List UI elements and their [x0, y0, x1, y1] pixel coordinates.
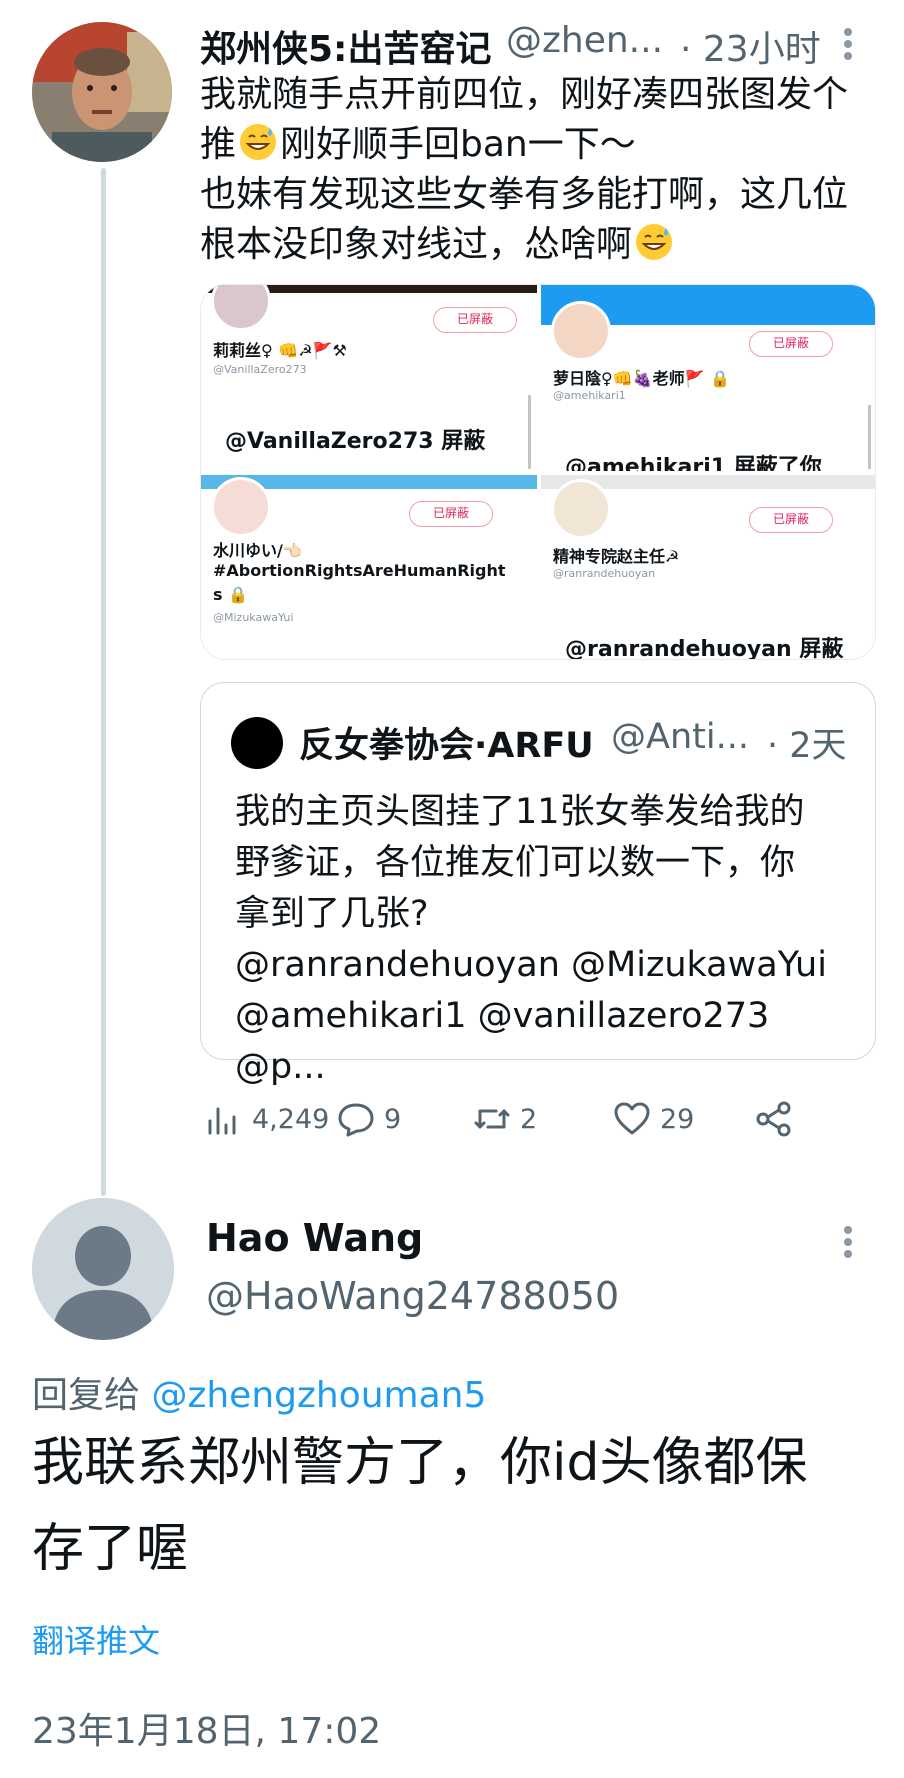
reply-author-avatar[interactable]: [32, 1198, 174, 1340]
tweet-text-line: 也妹有发现这些女拳有多能打啊，这几位: [200, 174, 849, 215]
reply-button[interactable]: 9: [336, 1094, 401, 1144]
reply-timestamp[interactable]: 23年1月18日, 17:02: [32, 1702, 381, 1754]
profile-avatar: [211, 285, 271, 331]
quoted-tweet[interactable]: 反女拳协会·ARFU @Anti... · 2天 我的主页头图挂了11张女拳发给…: [200, 682, 876, 1087]
author-avatar[interactable]: [32, 22, 172, 162]
like-count: 29: [660, 1103, 695, 1135]
tweet-text-line: 刚好顺手回ban一下～: [280, 124, 636, 165]
quote-author-avatar: [231, 717, 283, 769]
more-options-icon[interactable]: [838, 1222, 858, 1262]
quote-text-line: 我的主页头图挂了11张女拳发给我的: [235, 792, 805, 832]
share-button[interactable]: [754, 1094, 802, 1144]
retweet-icon: [474, 1109, 510, 1129]
image-4[interactable]: 已屏蔽 精神专院赵主任☭ @ranrandehuoyan @ranrandehu…: [541, 475, 875, 660]
reply-text: 我联系郑州警方了，你id头像都保 存了喔: [32, 1420, 872, 1592]
image-grid[interactable]: 已屏蔽 莉莉丝♀ 👊☭🚩⚒ @VanillaZero273 @VanillaZe…: [200, 284, 876, 660]
author-name[interactable]: 郑州侠5:出苦窑记: [200, 20, 491, 72]
quote-author-name: 反女拳协会·ARFU: [299, 726, 594, 766]
author-handle[interactable]: @zhen...: [506, 20, 663, 61]
grinning-sweat-emoji-icon: [636, 224, 673, 260]
quote-text-line: 拿到了几张?: [235, 894, 429, 934]
profile-handle: @VanillaZero273: [213, 363, 307, 376]
like-button[interactable]: 29: [612, 1094, 694, 1144]
blocked-badge: 已屏蔽: [409, 501, 493, 527]
default-avatar-icon: [32, 1198, 174, 1340]
profile-name: 精神专院赵主任☭: [553, 547, 680, 566]
quote-text-line: @amehikari1 @vanillazero273 @p...: [235, 996, 781, 1087]
quote-author-handle: @Anti...: [611, 717, 749, 757]
translate-link[interactable]: 翻译推文: [32, 1616, 160, 1662]
tweet-text-line: 推: [200, 124, 237, 165]
reply-count: 9: [384, 1103, 402, 1135]
blocked-badge: 已屏蔽: [749, 331, 833, 357]
quote-text-line: 野爹证，各位推友们可以数一下，你: [235, 843, 796, 883]
thread-line: [101, 168, 106, 1196]
views-button[interactable]: 4,249: [204, 1094, 329, 1144]
reply-author-handle[interactable]: @HaoWang24788050: [206, 1274, 619, 1318]
heart-icon: [614, 1102, 650, 1135]
share-icon: [756, 1101, 791, 1137]
reply-author-name[interactable]: Hao Wang: [206, 1216, 423, 1260]
quote-time: · 2天: [767, 726, 847, 766]
reply-icon: [338, 1103, 374, 1137]
tweet-time[interactable]: · 23小时: [680, 20, 821, 72]
blocked-badge: 已屏蔽: [433, 307, 517, 333]
quote-text-line: @ranrandehuoyan @MizukawaYui: [235, 945, 827, 985]
image-3[interactable]: 已屏蔽 水川ゆい/👈🏻 #AbortionRightsAreHumanRight…: [201, 475, 537, 659]
blocked-badge: 已屏蔽: [749, 507, 833, 533]
more-options-icon[interactable]: [838, 24, 858, 64]
profile-avatar: [211, 477, 271, 537]
retweet-button[interactable]: 2: [472, 1094, 537, 1144]
profile-avatar: [551, 479, 611, 539]
retweet-count: 2: [520, 1103, 538, 1135]
quote-text: 我的主页头图挂了11张女拳发给我的 野爹证，各位推友们可以数一下，你 拿到了几张…: [235, 787, 855, 1093]
blocked-message: @VanillaZero273 屏蔽: [225, 429, 486, 454]
reply-text-line: 存了喔: [32, 1519, 189, 1579]
profile-handle: @MizukawaYui: [213, 611, 294, 624]
profile-name: 水川ゆい/👈🏻: [213, 541, 303, 560]
image-2[interactable]: 已屏蔽 萝日陰♀👊🍇老师🚩 🔒 @amehikari1 @amehikari1 …: [541, 285, 875, 471]
profile-handle: @amehikari1: [553, 389, 626, 402]
profile-name: 萝日陰♀👊🍇老师🚩 🔒: [553, 369, 730, 388]
tweet-text-line: 我就随手点开前四位，刚好凑四张图发个: [200, 74, 849, 115]
profile-avatar: [551, 301, 611, 361]
blocked-message: @amehikari1 屏蔽了你: [565, 455, 822, 471]
profile-handle: @ranrandehuoyan: [553, 567, 656, 580]
image-1[interactable]: 已屏蔽 莉莉丝♀ 👊☭🚩⚒ @VanillaZero273 @VanillaZe…: [201, 285, 537, 471]
scrollbar: [868, 405, 871, 469]
profile-name-line-3: s 🔒: [213, 585, 249, 604]
tweet-text: 我就随手点开前四位，刚好凑四张图发个 推 刚好顺手回ban一下～ 也妹有发现这些女…: [200, 70, 876, 270]
grinning-sweat-emoji-icon: [240, 124, 277, 160]
views-icon: [208, 1107, 236, 1135]
tweet-text-line: 根本没印象对线过，怂啥啊: [200, 224, 633, 265]
avatar-photo: [32, 22, 172, 162]
reply-to-label: 回复给: [32, 1375, 141, 1416]
reply-to-line: 回复给 @zhengzhouman5: [32, 1366, 486, 1418]
profile-name-line-2: #AbortionRightsAreHumanRight: [213, 561, 506, 580]
scrollbar: [528, 395, 531, 469]
views-count: 4,249: [252, 1103, 330, 1135]
reply-to-mention[interactable]: @zhengzhouman5: [151, 1375, 486, 1416]
reply-text-line: 我联系郑州警方了，你id头像都保: [32, 1433, 808, 1493]
blocked-message: @ranrandehuoyan 屏蔽: [565, 637, 844, 660]
profile-name: 莉莉丝♀ 👊☭🚩⚒: [213, 341, 347, 360]
